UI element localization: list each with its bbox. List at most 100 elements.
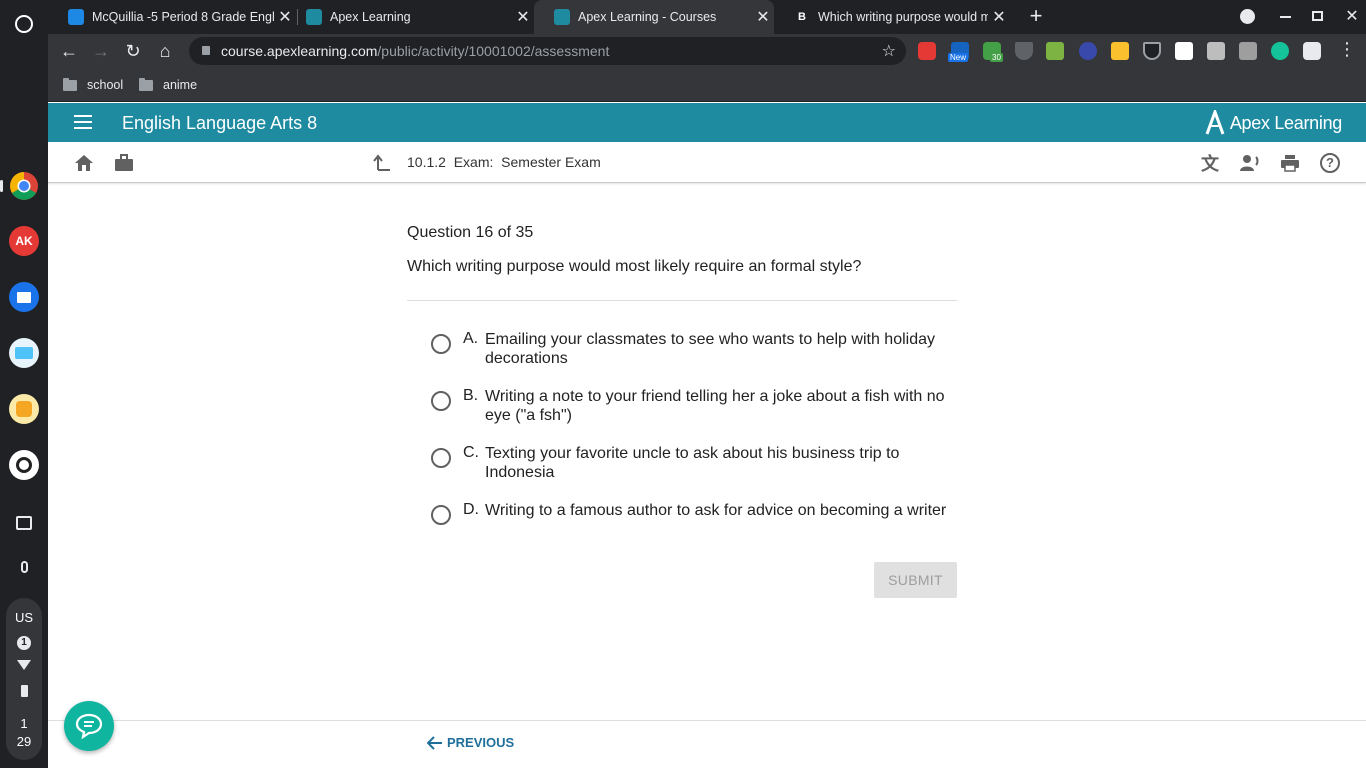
active-app-indicator (0, 180, 3, 192)
answer-choice-c[interactable]: C. Texting your favorite uncle to ask ab… (431, 444, 961, 482)
question-number: Question 16 of 35 (407, 224, 534, 241)
address-bar[interactable]: course.apexlearning.com/public/activity/… (189, 37, 906, 65)
question-panel: Question 16 of 35 Which writing purpose … (407, 222, 957, 301)
apex-logo-icon (1205, 110, 1225, 135)
tab-brainly[interactable]: B Which writing purpose would m ✕ (774, 0, 1010, 34)
extension-6-icon[interactable] (1079, 42, 1097, 60)
microphone-icon (20, 561, 28, 573)
app-5[interactable] (7, 392, 41, 426)
browser-toolbar: ← → ↻ ⌂ course.apexlearning.com/public/a… (48, 34, 1366, 68)
arrow-left-icon (427, 735, 442, 750)
screen-capture-icon (16, 516, 32, 530)
new-tab-button[interactable]: + (1024, 5, 1048, 29)
tab-search-button[interactable] (1240, 9, 1255, 24)
activity-toolbar: 10.1.2 Exam: Semester Exam 文 ? (48, 142, 1366, 183)
close-window-button[interactable]: ✕ (1340, 5, 1364, 29)
chat-bubble-icon (75, 713, 103, 739)
url-host: course.apexlearning.com (221, 43, 378, 59)
minimize-button[interactable] (1280, 16, 1291, 18)
new-badge: New (948, 53, 969, 62)
answer-choice-a[interactable]: A. Emailing your classmates to see who w… (431, 330, 961, 368)
folder-icon (63, 77, 77, 91)
previous-label: PREVIOUS (447, 735, 515, 750)
home-button[interactable]: ⌂ (153, 39, 177, 63)
print-icon[interactable] (1279, 152, 1301, 174)
back-button[interactable]: ← (57, 39, 81, 63)
close-tab-icon[interactable]: ✕ (752, 7, 774, 27)
extension-11-icon[interactable] (1239, 42, 1257, 60)
forward-button[interactable]: → (89, 39, 113, 63)
radio-button[interactable] (431, 334, 451, 354)
shield-dark-icon[interactable] (1143, 42, 1161, 60)
tab-title: McQuillia -5 Period 8 Grade Engl (92, 10, 274, 24)
app-4-icon (9, 338, 39, 368)
locale-indicator: US (14, 610, 34, 625)
folder-icon (139, 77, 153, 91)
close-tab-icon[interactable]: ✕ (512, 7, 534, 27)
extension-7-icon[interactable] (1111, 42, 1129, 60)
tab-apex-courses[interactable]: Apex Learning - Courses ✕ (534, 0, 774, 34)
wifi-icon (17, 660, 31, 670)
briefcase-icon[interactable] (113, 152, 135, 174)
extension-10-icon[interactable] (1207, 42, 1225, 60)
answer-choice-b[interactable]: B. Writing a note to your friend telling… (431, 387, 961, 425)
menu-icon[interactable] (74, 115, 92, 129)
shield-icon[interactable] (1015, 42, 1033, 60)
submit-button[interactable]: SUBMIT (874, 562, 957, 598)
bookmark-folder-anime[interactable]: anime (139, 76, 197, 94)
radio-button[interactable] (431, 505, 451, 525)
chrome-icon (10, 172, 38, 200)
bookmark-label: school (87, 78, 124, 92)
grammarly-icon[interactable] (1271, 42, 1289, 60)
choice-letter: D. (463, 501, 479, 518)
apex-favicon-icon (554, 9, 570, 25)
os-shelf: AK US 1 1 29 (0, 0, 48, 768)
up-level-icon[interactable] (371, 152, 393, 174)
chrome-menu-icon[interactable]: ⋮ (1338, 39, 1356, 60)
app-4[interactable] (7, 336, 41, 370)
classroom-favicon-icon (68, 9, 84, 25)
help-icon[interactable]: ? (1319, 152, 1341, 174)
ak-app[interactable]: AK (7, 224, 41, 258)
tab-apex-learning[interactable]: Apex Learning ✕ (286, 0, 534, 34)
tab-title: Apex Learning (330, 10, 411, 24)
radio-button[interactable] (431, 391, 451, 411)
launcher-button[interactable] (7, 7, 41, 41)
choice-text: Writing a note to your friend telling he… (485, 388, 945, 424)
chat-button[interactable] (64, 701, 114, 751)
previous-button[interactable]: PREVIOUS (427, 735, 514, 750)
tab-mcquillia[interactable]: McQuillia -5 Period 8 Grade Engl ✕ (48, 0, 296, 34)
choice-letter: B. (463, 387, 479, 404)
files-icon (9, 282, 39, 312)
tab-strip: McQuillia -5 Period 8 Grade Engl ✕ Apex … (48, 0, 1366, 34)
choice-letter: C. (463, 444, 479, 461)
extension-9-icon[interactable] (1175, 42, 1193, 60)
extension-5-icon[interactable] (1046, 42, 1064, 60)
extension-1-icon[interactable] (918, 42, 936, 60)
bookmark-folder-school[interactable]: school (63, 76, 123, 94)
restore-button[interactable] (1312, 11, 1323, 21)
navigation-footer: PREVIOUS (48, 720, 1366, 768)
apex-logo: Apex Learning (1204, 110, 1342, 136)
bookmark-star-icon[interactable]: ☆ (882, 41, 896, 61)
choice-text: Emailing your classmates to see who want… (485, 331, 935, 367)
answer-choice-d[interactable]: D. Writing to a famous author to ask for… (431, 501, 961, 525)
tab-title: Apex Learning - Courses (578, 10, 717, 24)
course-title: English Language Arts 8 (122, 113, 318, 133)
tab-title: Which writing purpose would m (818, 10, 988, 24)
files-app[interactable] (7, 280, 41, 314)
home-icon[interactable] (73, 152, 95, 174)
ak-app-icon: AK (9, 226, 39, 256)
close-tab-icon[interactable]: ✕ (988, 7, 1010, 27)
screen-capture-button[interactable] (7, 506, 41, 540)
puzzle-icon[interactable] (1303, 42, 1321, 60)
chrome-app[interactable] (7, 169, 41, 203)
app-6[interactable] (7, 448, 41, 482)
brainly-favicon-icon: B (794, 9, 810, 25)
read-aloud-icon[interactable] (1239, 152, 1261, 174)
translate-icon[interactable]: 文 (1199, 152, 1221, 174)
bookmark-label: anime (163, 78, 198, 92)
reload-button[interactable]: ↻ (121, 39, 145, 63)
radio-button[interactable] (431, 448, 451, 468)
microphone-button[interactable] (7, 550, 41, 584)
